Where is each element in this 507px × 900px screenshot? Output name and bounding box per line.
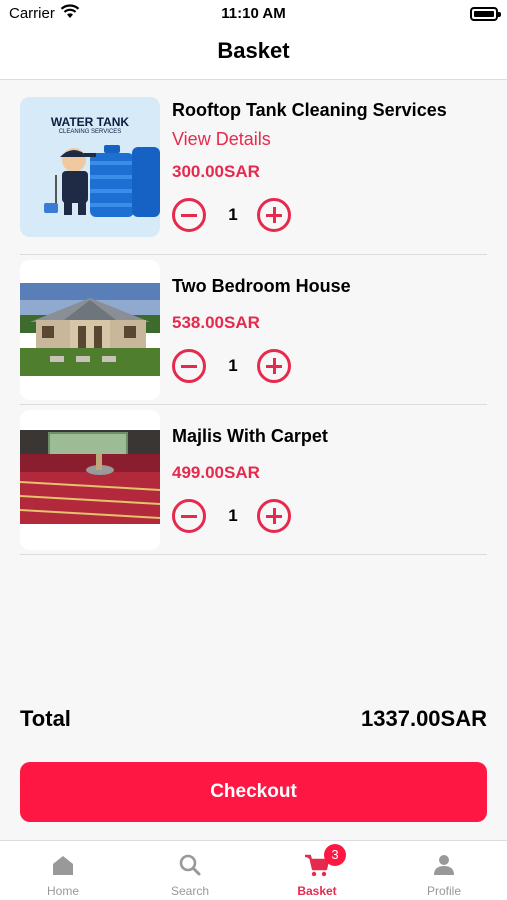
tab-label: Search: [170, 884, 210, 898]
item-quantity: 1: [228, 356, 238, 375]
increase-quantity-button[interactable]: [257, 198, 291, 232]
item-price: 499.00SAR: [172, 463, 260, 482]
total-value: 1337.00SAR: [361, 706, 487, 731]
decrease-quantity-button[interactable]: [172, 349, 206, 383]
profile-icon: [434, 855, 454, 875]
decrease-quantity-button[interactable]: [172, 499, 206, 533]
item-name[interactable]: Two Bedroom House: [172, 276, 351, 297]
item-name[interactable]: Rooftop Tank Cleaning Services: [172, 100, 447, 121]
minus-icon: [181, 213, 197, 217]
basket-item: Majlis With Carpet 499.00SAR 1: [20, 405, 487, 555]
tab-search[interactable]: Search: [127, 841, 253, 900]
tab-label: Profile: [426, 884, 461, 898]
tab-bar: Home Search 3 Basket Profile: [0, 840, 507, 900]
cart-count-badge: 3: [324, 844, 346, 866]
minus-icon: [181, 364, 197, 368]
item-image-water-tank[interactable]: WATER TANK CLEANING SERVICES: [20, 97, 160, 237]
page-title: Basket: [217, 38, 290, 63]
majlis-photo: [20, 410, 160, 550]
tab-profile[interactable]: Profile: [381, 841, 507, 900]
home-icon: [53, 856, 73, 875]
battery-icon: [470, 7, 501, 21]
decrease-quantity-button[interactable]: [172, 198, 206, 232]
basket-item: WATER TANK CLEANING SERVICES Rooftop Tan…: [20, 97, 487, 255]
house-photo: [20, 260, 160, 400]
total-label: Total: [20, 706, 71, 731]
increase-quantity-button[interactable]: [257, 349, 291, 383]
image-caption-title: WATER TANK: [50, 115, 130, 129]
status-bar: Carrier 11:10 AM: [0, 0, 507, 30]
tab-label: Home: [46, 884, 79, 898]
increase-quantity-button[interactable]: [257, 499, 291, 533]
item-quantity: 1: [228, 506, 238, 525]
item-price: 538.00SAR: [172, 313, 260, 332]
item-name[interactable]: Majlis With Carpet: [172, 426, 328, 447]
item-price: 300.00SAR: [172, 162, 260, 181]
search-icon: [179, 854, 201, 876]
tab-label: Basket: [297, 884, 337, 898]
item-image-house[interactable]: [20, 260, 160, 400]
checkout-button[interactable]: Checkout: [20, 762, 487, 822]
item-image-majlis[interactable]: [20, 410, 160, 550]
basket-item: Two Bedroom House 538.00SAR 1: [20, 255, 487, 405]
tab-basket[interactable]: 3 Basket: [254, 841, 380, 900]
minus-icon: [181, 514, 197, 518]
item-quantity: 1: [228, 205, 238, 224]
view-details-link[interactable]: View Details: [172, 129, 271, 150]
image-caption-subtitle: CLEANING SERVICES: [58, 129, 122, 135]
tab-home[interactable]: Home: [0, 841, 126, 900]
navigation-bar: Basket: [0, 30, 507, 80]
clock: 11:10 AM: [221, 5, 286, 22]
